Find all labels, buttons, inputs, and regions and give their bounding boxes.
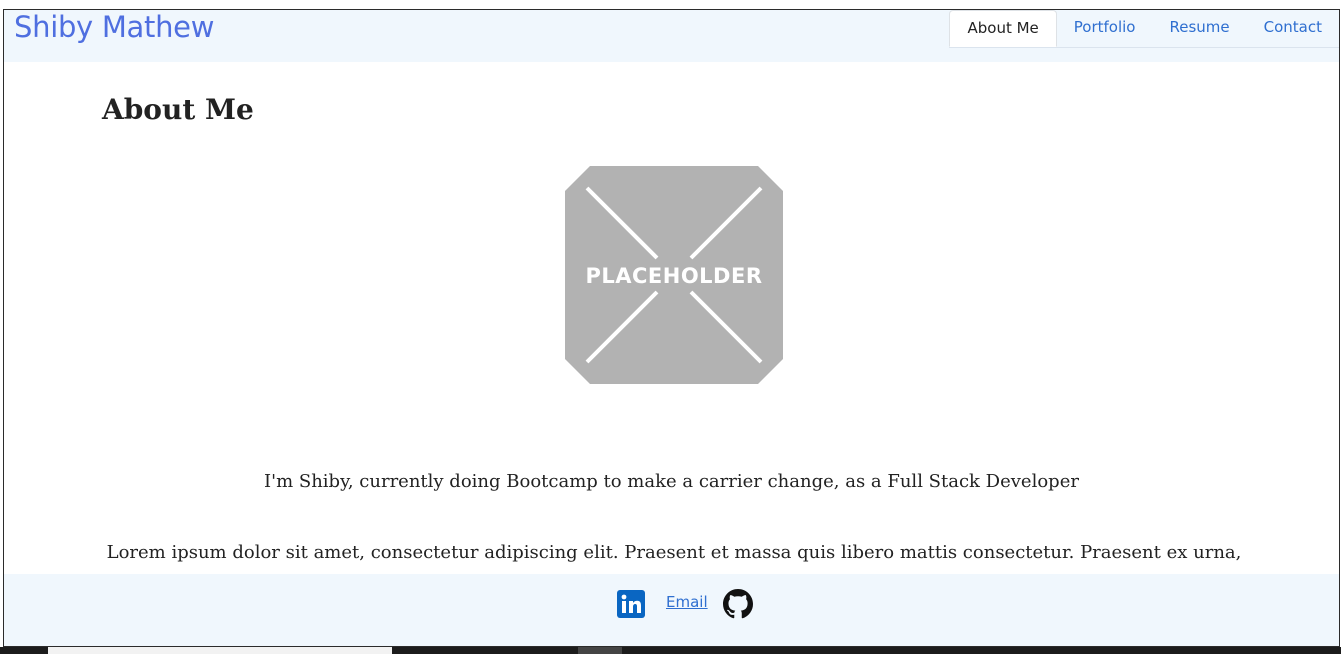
tab-portfolio[interactable]: Portfolio xyxy=(1057,10,1153,47)
linkedin-icon[interactable] xyxy=(617,590,645,618)
site-header: Shiby Mathew About Me Portfolio Resume C… xyxy=(4,10,1339,62)
tab-resume[interactable]: Resume xyxy=(1153,10,1247,47)
taskbar-active-indicator[interactable] xyxy=(578,647,622,654)
email-link[interactable]: Email xyxy=(666,593,708,611)
page-title: About Me xyxy=(102,93,254,126)
site-brand[interactable]: Shiby Mathew xyxy=(14,10,214,44)
os-taskbar xyxy=(0,647,1341,654)
site-footer: Email xyxy=(4,574,1339,646)
tab-about-me[interactable]: About Me xyxy=(949,10,1057,47)
tab-contact[interactable]: Contact xyxy=(1247,10,1339,47)
placeholder-label: PLACEHOLDER xyxy=(585,264,762,288)
taskbar-window-thumbnail[interactable] xyxy=(48,647,392,654)
intro-text: I'm Shiby, currently doing Bootcamp to m… xyxy=(264,471,1079,492)
profile-placeholder-image: PLACEHOLDER xyxy=(565,166,783,384)
github-icon[interactable] xyxy=(723,589,753,619)
nav-tabs: About Me Portfolio Resume Contact xyxy=(949,10,1339,48)
browser-viewport: Shiby Mathew About Me Portfolio Resume C… xyxy=(3,9,1340,647)
